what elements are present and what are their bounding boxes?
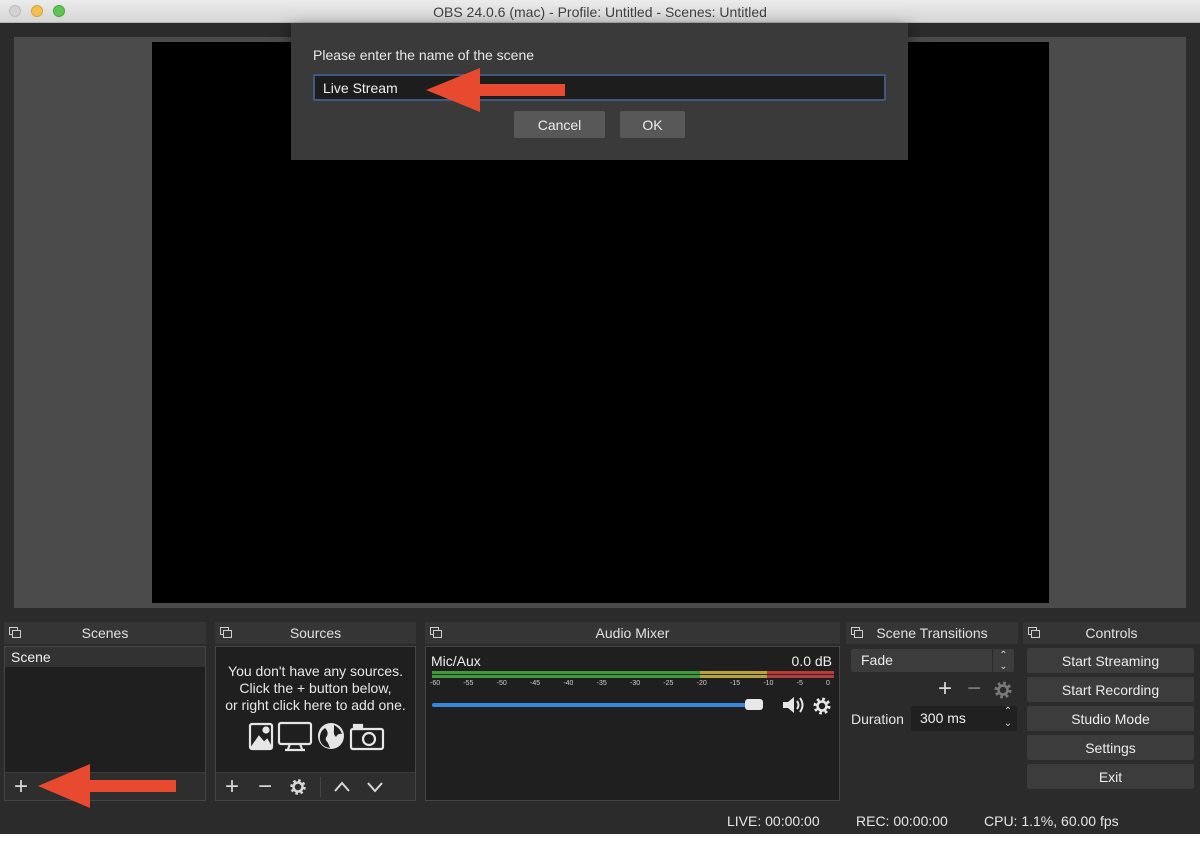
video-capture-icon — [349, 723, 385, 751]
meter-tick-label: -5 — [796, 680, 803, 687]
toolbar-divider — [320, 777, 321, 797]
start-streaming-button[interactable]: Start Streaming — [1027, 648, 1194, 673]
start-recording-button[interactable]: Start Recording — [1027, 677, 1194, 702]
sources-dock-header: Sources — [215, 622, 416, 644]
settings-button[interactable]: Settings — [1027, 735, 1194, 760]
move-source-up-icon[interactable] — [328, 773, 356, 801]
source-properties-gear-icon[interactable] — [284, 773, 312, 801]
audio-mixer-dock-title: Audio Mixer — [595, 625, 670, 641]
duration-input[interactable]: 300 ms ⌃ ⌄ — [911, 706, 1017, 731]
source-type-icons — [248, 721, 385, 752]
audio-mixer-panel: Mic/Aux 0.0 dB -60 -55 -50 -45 -40 -35 -30 -25-… — [425, 646, 840, 801]
audio-mixer-dock-header: Audio Mixer — [425, 622, 840, 644]
meter-tick-label: -20 — [696, 680, 707, 687]
chevron-up-down-icon: ⌃ ⌄ — [992, 649, 1014, 672]
volume-slider[interactable] — [432, 703, 757, 707]
meter-tick-label: -40 — [563, 680, 574, 687]
meter-tick-label: -10 — [763, 680, 774, 687]
title-bar: OBS 24.0.6 (mac) - Profile: Untitled - S… — [0, 0, 1200, 23]
scene-list-item[interactable]: Scene — [5, 647, 205, 667]
mixer-channel-name: Mic/Aux — [431, 653, 481, 669]
transition-gear-icon[interactable] — [993, 680, 1013, 700]
meter-tick-label: -35 — [596, 680, 607, 687]
meter-ticks: -60 -55 -50 -45 -40 -35 -30 -25 -20 -15 -10 -5 0 — [430, 680, 835, 690]
remove-source-icon[interactable]: − — [251, 773, 279, 801]
ok-button[interactable]: OK — [620, 111, 685, 138]
duration-stepper-icon[interactable]: ⌃ ⌄ — [999, 706, 1017, 731]
display-capture-icon — [277, 721, 313, 752]
sources-list[interactable]: You don't have any sources. Click the + … — [215, 646, 416, 801]
volume-slider-handle[interactable] — [744, 699, 763, 710]
empty-line: You don't have any sources. — [228, 663, 403, 679]
rec-timer: REC: 00:00:00 — [856, 813, 948, 829]
duration-value: 300 ms — [920, 710, 966, 726]
live-timer: LIVE: 00:00:00 — [727, 813, 820, 829]
mixer-db-readout: 0.0 dB — [791, 653, 832, 669]
controls-dock-title: Controls — [1085, 625, 1138, 641]
image-source-icon — [248, 722, 274, 751]
sources-toolbar: + − — [216, 772, 415, 800]
empty-line: Click the + button below, — [239, 680, 392, 696]
scene-transitions-dock-title: Scene Transitions — [876, 625, 988, 641]
add-transition-icon[interactable]: + — [933, 677, 957, 701]
dialog-prompt: Please enter the name of the scene — [313, 47, 535, 63]
empty-line: or right click here to add one. — [225, 697, 406, 713]
undock-icon[interactable] — [851, 627, 863, 638]
speaker-mute-icon[interactable] — [781, 695, 807, 715]
obs-window: OBS 24.0.6 (mac) - Profile: Untitled - S… — [0, 0, 1200, 834]
window-title: OBS 24.0.6 (mac) - Profile: Untitled - S… — [433, 4, 767, 20]
add-scene-dialog: Please enter the name of the scene Cance… — [291, 23, 908, 160]
studio-mode-button[interactable]: Studio Mode — [1027, 706, 1194, 731]
transition-select[interactable]: Fade ⌃ ⌄ — [851, 649, 1014, 672]
remove-transition-icon[interactable]: − — [962, 677, 986, 701]
meter-tick-label: -25 — [663, 680, 674, 687]
cpu-usage: CPU: 1.1%, 60.00 fps — [984, 813, 1119, 829]
mixer-gear-icon[interactable] — [812, 696, 832, 716]
scene-transitions-dock-header: Scene Transitions — [846, 622, 1018, 644]
annotation-arrow-icon — [38, 764, 176, 808]
meter-tick-label: -55 — [463, 680, 474, 687]
meter-tick-label: -45 — [530, 680, 541, 687]
meter-tick-label: -50 — [496, 680, 507, 687]
scene-name-input[interactable] — [313, 74, 886, 101]
meter-tick-label: -15 — [730, 680, 741, 687]
volume-meter — [432, 671, 834, 678]
sources-dock-title: Sources — [289, 625, 342, 641]
undock-icon[interactable] — [9, 627, 21, 638]
exit-button[interactable]: Exit — [1027, 764, 1194, 789]
meter-tick-label: -60 — [430, 680, 441, 687]
meter-tick-label: -30 — [630, 680, 641, 687]
transition-select-value: Fade — [861, 652, 893, 668]
annotation-arrow-icon — [426, 68, 565, 112]
add-source-icon[interactable]: + — [218, 773, 246, 801]
add-scene-icon[interactable]: + — [7, 773, 35, 801]
undock-icon[interactable] — [1028, 627, 1040, 638]
scenes-dock-header: Scenes — [4, 622, 206, 644]
move-source-down-icon[interactable] — [361, 773, 389, 801]
meter-tick-label: 0 — [826, 680, 830, 687]
undock-icon[interactable] — [220, 627, 232, 638]
browser-source-icon — [318, 723, 344, 749]
duration-label: Duration — [851, 711, 904, 727]
sources-empty-message: You don't have any sources. Click the + … — [216, 663, 415, 714]
scenes-dock-title: Scenes — [81, 625, 129, 641]
controls-dock-header: Controls — [1023, 622, 1200, 644]
undock-icon[interactable] — [430, 627, 442, 638]
